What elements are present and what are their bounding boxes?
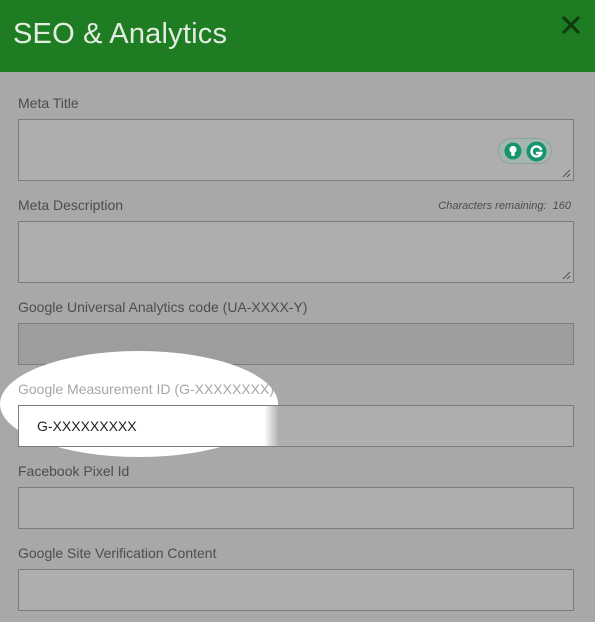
grammarly-widget[interactable] [498,138,552,164]
grammarly-icon[interactable] [526,141,547,162]
measurement-id-input[interactable]: G-XXXXXXXXX [18,405,574,447]
ua-code-label: Google Universal Analytics code (UA-XXXX… [18,299,308,315]
facebook-pixel-label: Facebook Pixel Id [18,463,130,479]
measurement-id-label: Google Measurement ID (G-XXXXXXXX) [18,381,274,397]
modal-title: SEO & Analytics [13,18,228,50]
meta-description-label: Meta Description [18,197,124,213]
meta-title-label: Meta Title [18,95,79,111]
facebook-pixel-input[interactable] [18,487,574,529]
resize-handle-icon[interactable] [562,271,571,280]
site-verification-label: Google Site Verification Content [18,545,217,561]
meta-title-textarea[interactable] [18,119,574,181]
lightbulb-icon[interactable] [504,142,522,160]
measurement-id-value: G-XXXXXXXXX [37,418,137,434]
meta-description-textarea[interactable] [18,221,574,283]
characters-remaining-label: Characters remaining: [438,200,547,212]
close-button[interactable] [560,14,582,36]
site-verification-input[interactable] [18,569,574,611]
characters-remaining: Characters remaining: 160 [438,200,571,212]
characters-remaining-count: 160 [552,200,571,212]
modal-header: SEO & Analytics [0,0,595,72]
resize-handle-icon[interactable] [562,169,571,178]
close-icon [562,16,580,34]
